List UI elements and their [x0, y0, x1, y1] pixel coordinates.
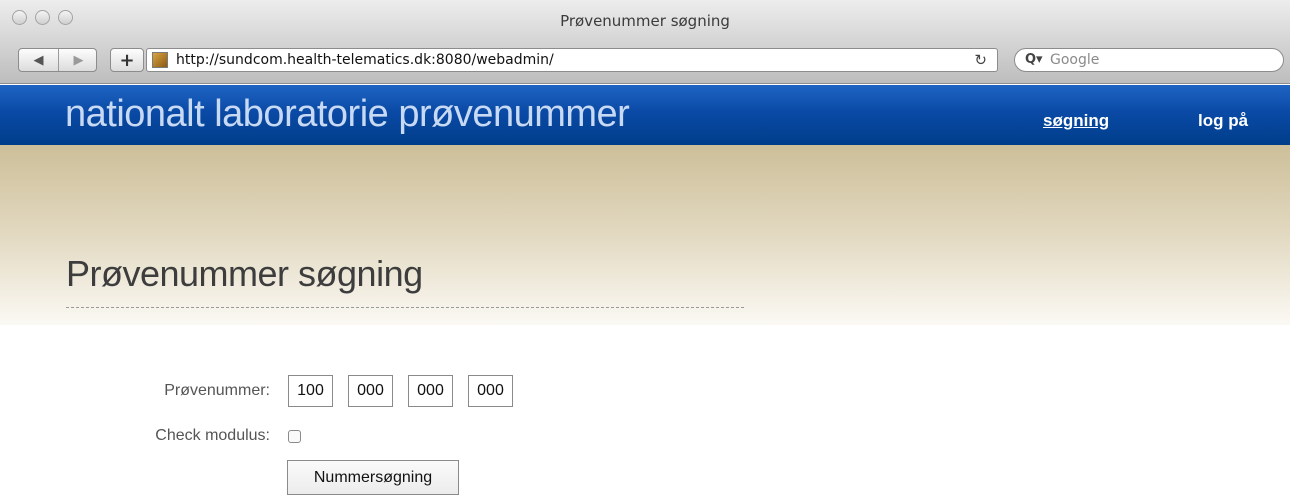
provenummer-part-3[interactable] [408, 375, 453, 407]
window-title: Prøvenummer søgning [560, 12, 730, 30]
provenummer-label: Prøvenummer: [164, 382, 270, 399]
page-title: Prøvenummer søgning [66, 253, 423, 294]
provenummer-part-1[interactable] [288, 375, 333, 407]
site-favicon-icon [152, 52, 168, 68]
check-modulus-label: Check modulus: [155, 427, 270, 444]
window-titlebar: Prøvenummer søgning [0, 0, 1290, 40]
nav-link-log-paa[interactable]: log på [1198, 111, 1248, 131]
nav-link-soegning[interactable]: søgning [1043, 111, 1109, 131]
check-modulus-checkbox[interactable] [288, 430, 301, 443]
back-button[interactable]: ◀ [19, 49, 58, 71]
site-banner: nationalt laboratorie prøvenummer søgnin… [0, 85, 1290, 145]
provenummer-part-4[interactable] [468, 375, 513, 407]
search-placeholder: Google [1050, 52, 1100, 68]
browser-toolbar: ◀ ▶ + http://sundcom.health-telematics.d… [0, 40, 1290, 84]
search-field[interactable]: Q▾ Google [1014, 48, 1284, 72]
forward-button[interactable]: ▶ [59, 49, 98, 71]
search-icon[interactable]: Q▾ [1025, 52, 1043, 67]
provenummer-part-2[interactable] [348, 375, 393, 407]
nummersogning-button[interactable]: Nummersøgning [287, 460, 459, 495]
address-url[interactable]: http://sundcom.health-telematics.dk:8080… [176, 52, 554, 68]
reload-icon[interactable]: ↻ [974, 51, 987, 69]
add-bookmark-button[interactable]: + [110, 48, 144, 72]
forward-arrow-icon: ▶ [73, 52, 84, 68]
address-bar[interactable]: http://sundcom.health-telematics.dk:8080… [146, 48, 998, 72]
plus-icon: + [119, 49, 135, 71]
history-navigation: ◀ ▶ [18, 48, 97, 72]
back-arrow-icon: ◀ [33, 52, 44, 68]
page-header: Prøvenummer søgning [0, 145, 1290, 325]
site-title: nationalt laboratorie prøvenummer [65, 93, 630, 135]
title-underline [66, 307, 744, 308]
